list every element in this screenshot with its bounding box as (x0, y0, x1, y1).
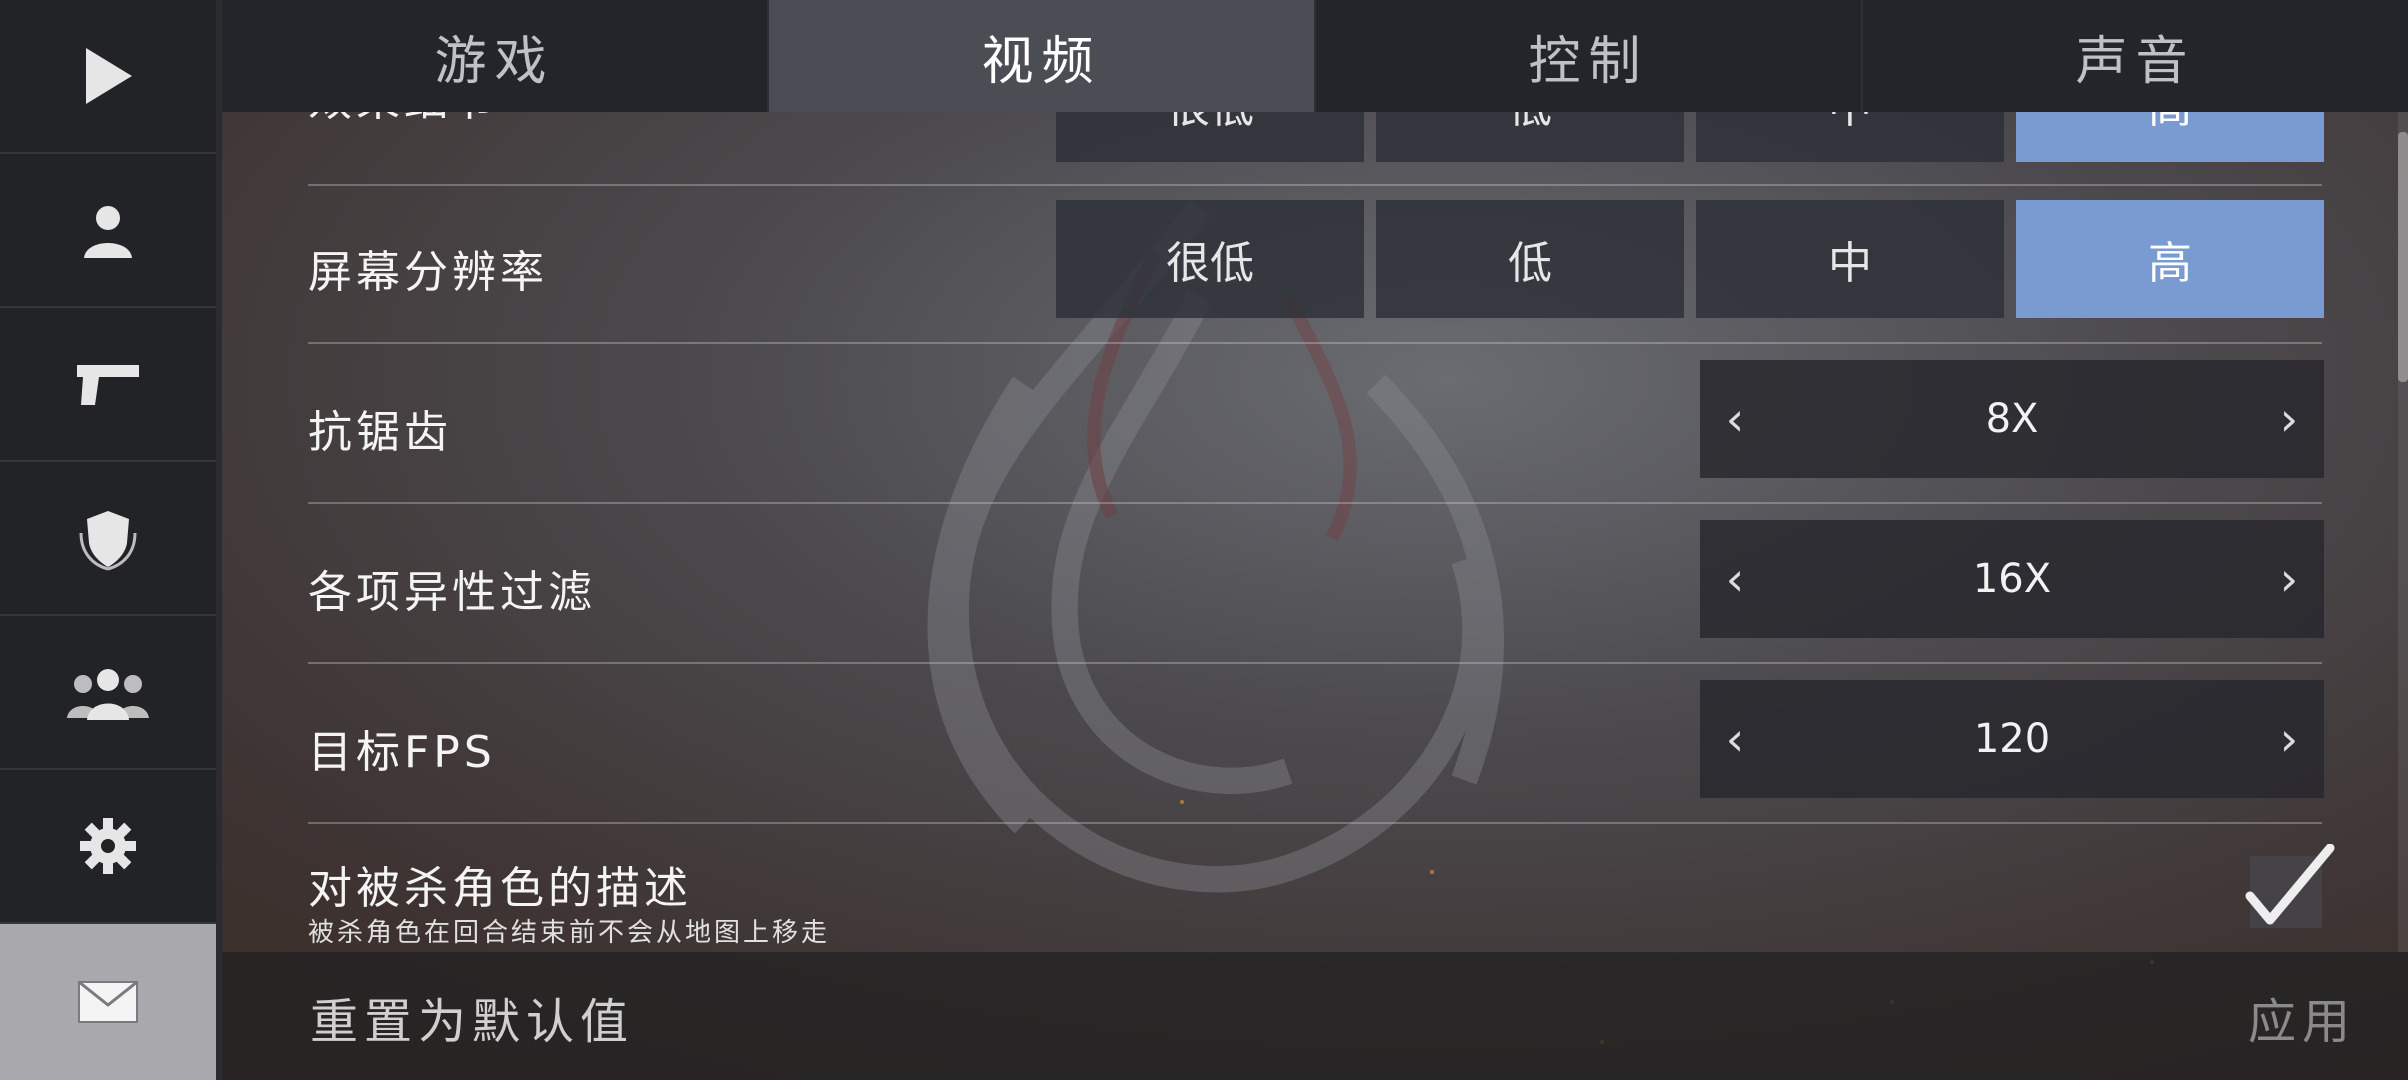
tab-sound[interactable]: 声音 (1863, 0, 2408, 112)
option-low[interactable]: 低 (1376, 200, 1684, 318)
setting-row-target-fps: 目标FPS ‹ 120 › (308, 664, 2324, 824)
play-icon (86, 48, 132, 104)
setting-row-anti-aliasing: 抗锯齿 ‹ 8X › (308, 344, 2324, 504)
prev-arrow-button[interactable]: ‹ (1700, 712, 1770, 766)
mail-icon (78, 981, 138, 1023)
checkmark-icon (2245, 844, 2335, 925)
gear-icon (80, 818, 136, 874)
tab-game[interactable]: 游戏 (222, 0, 769, 112)
prev-arrow-button[interactable]: ‹ (1700, 552, 1770, 606)
next-arrow-button[interactable]: › (2254, 552, 2324, 606)
option-medium[interactable]: 中 (1696, 112, 2004, 162)
sidebar (0, 0, 216, 1080)
setting-label: 抗锯齿 (308, 407, 452, 458)
setting-row-screen-resolution: 屏幕分辨率 很低 低 中 高 (308, 184, 2324, 344)
setting-row-anisotropic-filtering: 各项异性过滤 ‹ 16X › (308, 504, 2324, 664)
option-high[interactable]: 高 (2016, 200, 2324, 318)
setting-label: 屏幕分辨率 (308, 247, 548, 298)
option-low[interactable]: 低 (1376, 112, 1684, 162)
setting-label: 对被杀角色的描述 (308, 863, 692, 914)
video-settings-list: 效果细节 很低 低 中 高 屏幕分辨率 很低 低 中 高 抗锯齿 ‹ 8X › … (222, 112, 2408, 952)
prev-arrow-button[interactable]: ‹ (1700, 392, 1770, 446)
stepper-value: 8X (1985, 396, 2039, 442)
sidebar-item-weapons[interactable] (0, 308, 216, 462)
stepper-value: 120 (1973, 716, 2051, 762)
scrollbar-thumb[interactable] (2398, 132, 2408, 382)
pistol-icon (77, 365, 139, 405)
setting-description: 被杀角色在回合结束前不会从地图上移走 (308, 918, 831, 948)
next-arrow-button[interactable]: › (2254, 392, 2324, 446)
killed-character-description-checkbox[interactable] (2245, 844, 2335, 928)
anti-aliasing-stepper: ‹ 8X › (1700, 360, 2324, 478)
screen-resolution-options: 很低 低 中 高 (1056, 200, 2324, 318)
apply-button[interactable]: 应用 (2248, 982, 2356, 1052)
option-very-low[interactable]: 很低 (1056, 112, 1364, 162)
shield-badge-icon (79, 511, 137, 571)
option-high[interactable]: 高 (2016, 112, 2324, 162)
setting-label: 各项异性过滤 (308, 567, 596, 618)
sidebar-item-play[interactable] (0, 0, 216, 154)
setting-label: 目标FPS (308, 727, 496, 778)
setting-label: 效果细节 (308, 112, 500, 128)
footer-bar: 重置为默认值 应用 (222, 952, 2408, 1080)
sidebar-item-friends[interactable] (0, 616, 216, 770)
option-medium[interactable]: 中 (1696, 200, 2004, 318)
anisotropic-filtering-stepper: ‹ 16X › (1700, 520, 2324, 638)
tab-controls[interactable]: 控制 (1316, 0, 1863, 112)
target-fps-stepper: ‹ 120 › (1700, 680, 2324, 798)
reset-defaults-button[interactable]: 重置为默认值 (310, 982, 634, 1052)
setting-row-killed-character-description: 对被杀角色的描述 被杀角色在回合结束前不会从地图上移走 (308, 824, 2335, 952)
tab-video[interactable]: 视频 (769, 0, 1316, 112)
scrollbar[interactable] (2398, 112, 2408, 952)
stepper-value: 16X (1972, 556, 2052, 602)
next-arrow-button[interactable]: › (2254, 712, 2324, 766)
sidebar-item-mail[interactable] (0, 924, 216, 1080)
user-icon (84, 206, 132, 258)
sidebar-item-profile[interactable] (0, 154, 216, 308)
effects-detail-options: 很低 低 中 高 (1056, 112, 2324, 162)
group-icon (67, 669, 149, 720)
setting-row-effects-detail: 效果细节 很低 低 中 高 (308, 112, 2324, 186)
sidebar-item-rank[interactable] (0, 462, 216, 616)
option-very-low[interactable]: 很低 (1056, 200, 1364, 318)
sidebar-item-settings[interactable] (0, 770, 216, 924)
tab-bar: 游戏 视频 控制 声音 (222, 0, 2408, 112)
